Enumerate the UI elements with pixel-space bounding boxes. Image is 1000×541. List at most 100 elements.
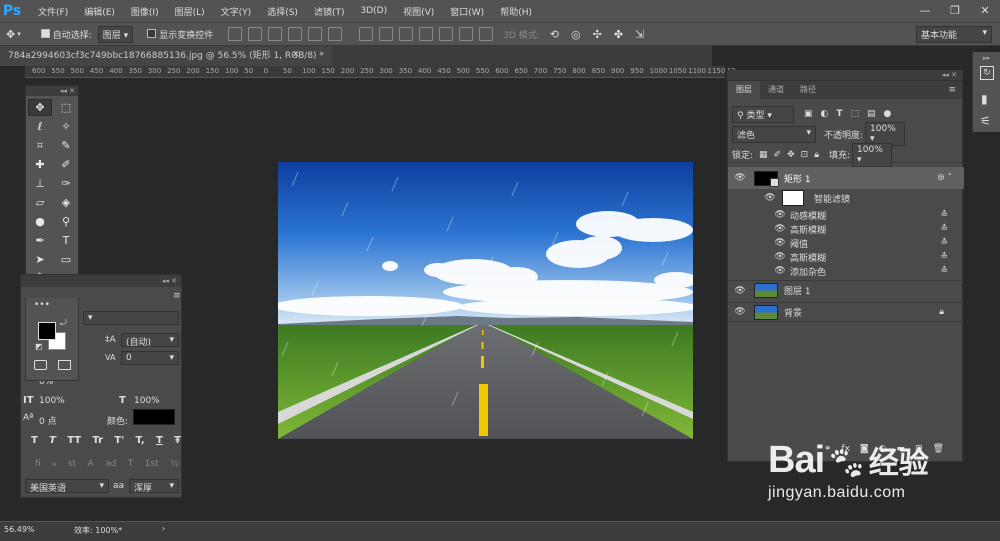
smart-filters-row[interactable]: 👁︎ 智能滤镜 bbox=[728, 189, 964, 207]
tab-paths[interactable]: 路径 bbox=[792, 81, 824, 99]
font-style-dropdown[interactable]: ▾ bbox=[83, 311, 179, 325]
filter-row[interactable]: 👁︎ 动感模糊 ≛ bbox=[728, 208, 964, 222]
properties-panel-icon[interactable]: ⚟ bbox=[980, 114, 991, 128]
fill-input[interactable]: 100% ▾ bbox=[852, 142, 893, 167]
pen-tool-icon[interactable]: ✒ bbox=[28, 232, 52, 249]
distribute-vcenter-button[interactable] bbox=[379, 27, 394, 41]
align-hcenter-button[interactable] bbox=[308, 27, 323, 41]
rotate-3d-icon[interactable]: ⟲ bbox=[550, 28, 559, 41]
tab-channels[interactable]: 通道 bbox=[760, 81, 792, 99]
filter-type-dropdown[interactable]: ⚲ 类型 ▾ bbox=[732, 105, 794, 123]
brush-tool-icon[interactable]: ✐ bbox=[54, 156, 78, 173]
document-canvas[interactable] bbox=[278, 162, 693, 439]
align-top-button[interactable] bbox=[228, 27, 243, 41]
panel-menu-icon[interactable]: ≡ bbox=[173, 291, 181, 301]
filter-toggle-icon[interactable]: ● bbox=[884, 109, 892, 119]
more-tools-icon[interactable]: ••• bbox=[34, 300, 50, 310]
blending-options-icon[interactable]: ≛ bbox=[940, 252, 948, 262]
layer-name[interactable]: 图层 1 bbox=[784, 284, 811, 297]
panel-collapse-icon[interactable]: ▸▸ bbox=[983, 54, 990, 62]
scale-3d-icon[interactable]: ⇲ bbox=[635, 28, 644, 41]
align-right-button[interactable] bbox=[328, 27, 343, 41]
tab-close-icon[interactable]: ✕ bbox=[292, 50, 300, 60]
path-selection-tool-icon[interactable]: ➤ bbox=[28, 251, 52, 268]
slide-3d-icon[interactable]: ✤ bbox=[614, 28, 623, 41]
auto-select-checkbox[interactable] bbox=[40, 29, 50, 38]
faux-italic-button[interactable]: T bbox=[49, 435, 56, 446]
menu-select[interactable]: 选择(S) bbox=[259, 5, 306, 18]
visibility-eye-icon[interactable]: 👁︎ bbox=[732, 286, 748, 296]
filter-row[interactable]: 👁︎ 高斯模糊 ≛ bbox=[728, 250, 964, 264]
visibility-eye-icon[interactable]: 👁︎ bbox=[772, 210, 788, 220]
antialias-dropdown[interactable]: 浑厚 ▾ bbox=[129, 479, 179, 494]
filter-row[interactable]: 👁︎ 添加杂色 ≛ bbox=[728, 264, 964, 278]
document-tab[interactable]: 784a2994603cf3c749bbc18766885136.jpg @ 5… bbox=[0, 46, 332, 66]
default-colors-icon[interactable]: ◩ bbox=[35, 342, 43, 351]
menu-layer[interactable]: 图层(L) bbox=[167, 5, 213, 18]
align-vcenter-button[interactable] bbox=[248, 27, 263, 41]
status-menu-arrow-icon[interactable]: › bbox=[162, 524, 165, 533]
marquee-tool-icon[interactable]: ⬚ bbox=[54, 99, 78, 116]
ligature-button[interactable]: fi bbox=[35, 459, 41, 469]
small-caps-button[interactable]: Tr bbox=[92, 435, 103, 446]
move-tool-icon[interactable]: ✥ bbox=[28, 99, 52, 116]
workspace-dropdown[interactable]: 基本功能 ▾ bbox=[916, 25, 992, 43]
blending-options-icon[interactable]: ≛ bbox=[940, 266, 948, 276]
clone-stamp-tool-icon[interactable]: ⊥ bbox=[28, 175, 52, 192]
layer-name[interactable]: 背景 bbox=[784, 306, 802, 319]
distribute-bottom-button[interactable] bbox=[399, 27, 414, 41]
lock-all-icon[interactable]: 🔒︎ bbox=[814, 150, 819, 160]
menu-edit[interactable]: 编辑(E) bbox=[76, 5, 123, 18]
auto-select-dropdown[interactable]: 图层 ▾ bbox=[97, 25, 134, 43]
language-dropdown[interactable]: 美国英语 ▾ bbox=[25, 479, 109, 494]
roll-3d-icon[interactable]: ◎ bbox=[571, 28, 581, 41]
align-bottom-button[interactable] bbox=[268, 27, 283, 41]
leading-dropdown[interactable]: (自动) ▾ bbox=[121, 333, 179, 348]
crop-tool-icon[interactable]: ⌗ bbox=[28, 137, 52, 154]
lock-artboard-icon[interactable]: ⊡ bbox=[801, 150, 809, 160]
healing-brush-tool-icon[interactable]: ✚ bbox=[28, 156, 52, 173]
tab-layers[interactable]: 图层 bbox=[728, 81, 760, 99]
adjustments-panel-icon[interactable]: ▮ bbox=[981, 92, 988, 106]
fractions-button[interactable]: ½ bbox=[170, 459, 179, 469]
quick-mask-icon[interactable] bbox=[34, 360, 47, 370]
eraser-tool-icon[interactable]: ▱ bbox=[28, 194, 52, 211]
tools-panel-header[interactable]: ◂◂ ✕ bbox=[26, 86, 78, 96]
align-left-button[interactable] bbox=[288, 27, 303, 41]
dodge-tool-icon[interactable]: ⚲ bbox=[54, 213, 78, 230]
swash-button[interactable]: A bbox=[87, 459, 93, 469]
show-transform-checkbox[interactable] bbox=[147, 29, 157, 38]
filter-row[interactable]: 👁︎ 高斯模糊 ≛ bbox=[728, 222, 964, 236]
text-color-swatch[interactable] bbox=[133, 409, 175, 425]
restore-button[interactable]: ❐ bbox=[940, 0, 970, 22]
rectangle-tool-icon[interactable]: ▭ bbox=[54, 251, 78, 268]
menu-help[interactable]: 帮助(H) bbox=[492, 5, 540, 18]
visibility-eye-icon[interactable]: 👁︎ bbox=[732, 307, 748, 317]
blending-options-icon[interactable]: ≛ bbox=[940, 224, 948, 234]
paint-bucket-tool-icon[interactable]: ◈ bbox=[54, 194, 78, 211]
ordinals-button[interactable]: 1st bbox=[145, 459, 159, 469]
filter-type-icon[interactable]: T bbox=[836, 109, 842, 119]
distribute-top-button[interactable] bbox=[359, 27, 374, 41]
titling-alt-button[interactable]: T bbox=[128, 459, 134, 469]
layer-row[interactable]: 👁︎ 图层 1 bbox=[728, 280, 964, 300]
magic-wand-tool-icon[interactable]: ✧ bbox=[54, 118, 78, 135]
distribute-left-button[interactable] bbox=[419, 27, 434, 41]
swap-colors-icon[interactable]: ⤾ bbox=[60, 318, 67, 328]
horizontal-scale-value[interactable]: 100% bbox=[134, 396, 160, 406]
layer-name[interactable]: 矩形 1 bbox=[784, 172, 811, 185]
zoom-level[interactable]: 56.49% bbox=[4, 525, 35, 534]
visibility-eye-icon[interactable]: 👁︎ bbox=[772, 252, 788, 262]
visibility-eye-icon[interactable]: 👁︎ bbox=[772, 224, 788, 234]
blur-tool-icon[interactable]: ● bbox=[28, 213, 52, 230]
superscript-button[interactable]: T' bbox=[114, 435, 124, 446]
underline-button[interactable]: T bbox=[156, 435, 163, 446]
character-panel-header[interactable]: ◂◂ ✕ bbox=[21, 275, 181, 287]
layer-row[interactable]: 👁︎ 矩形 1 ⊜ ˄ bbox=[728, 167, 964, 189]
history-panel-icon[interactable]: ↻ bbox=[980, 66, 994, 80]
minimize-button[interactable]: — bbox=[910, 0, 940, 22]
subscript-button[interactable]: T, bbox=[135, 435, 144, 446]
menu-image[interactable]: 图像(I) bbox=[123, 5, 167, 18]
filter-pixel-icon[interactable]: ▣ bbox=[804, 109, 813, 119]
filter-smart-object-icon[interactable]: ▤ bbox=[867, 109, 876, 119]
